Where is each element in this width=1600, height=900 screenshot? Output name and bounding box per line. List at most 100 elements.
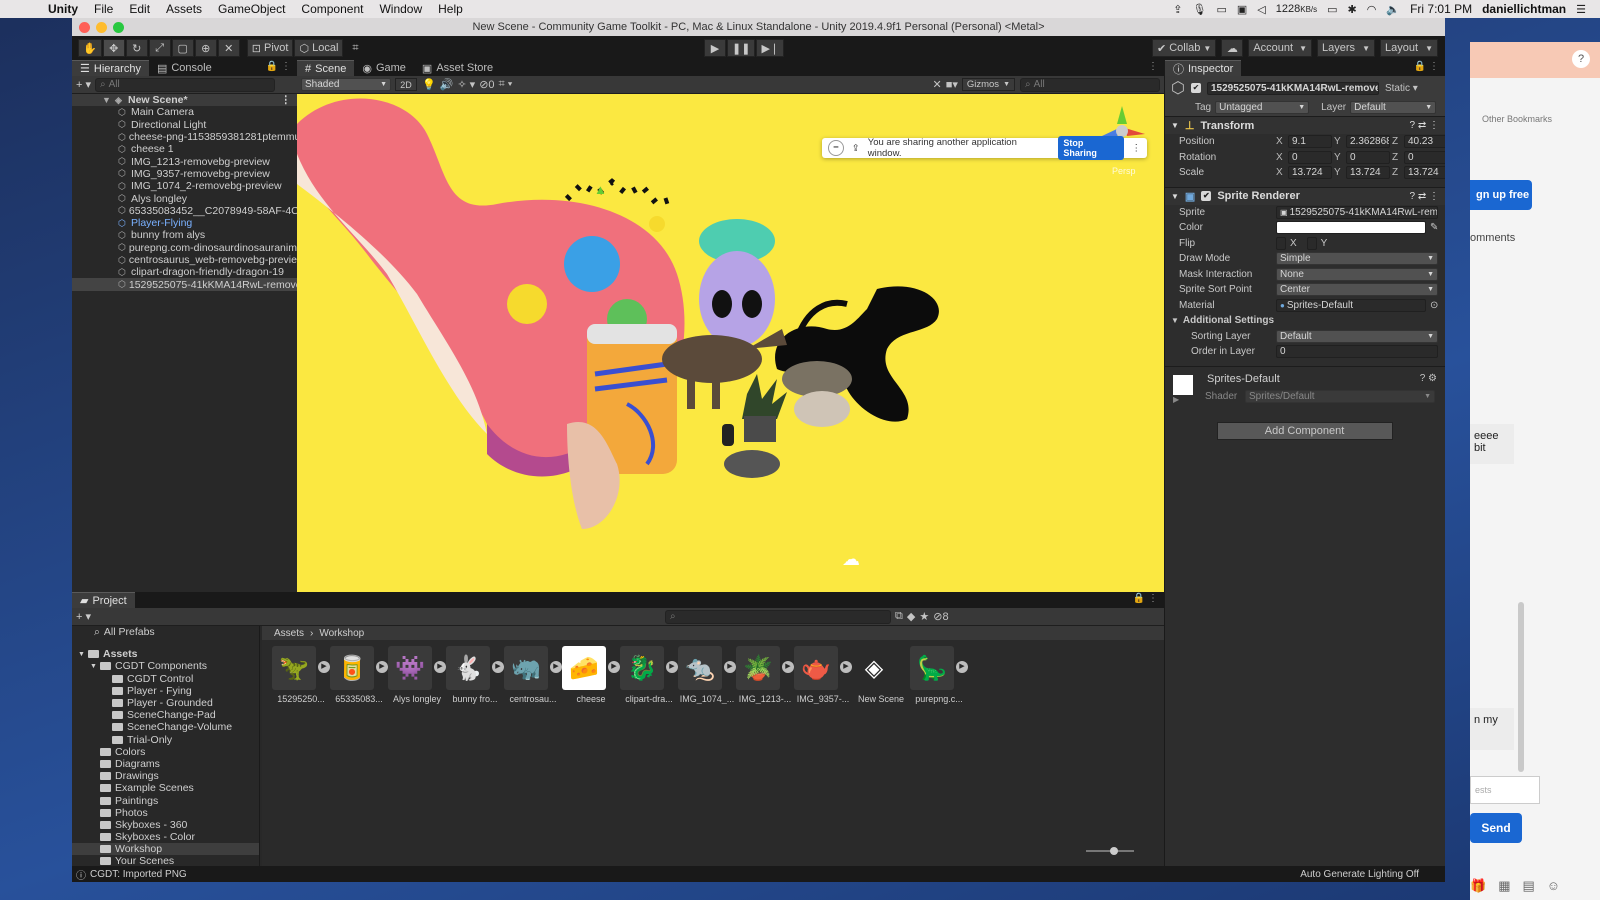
menu-clock[interactable]: Fri 7:01 PM bbox=[1410, 2, 1472, 16]
layer-dropdown[interactable]: Default ▼ bbox=[1350, 101, 1437, 114]
tab-project[interactable]: ▰ Project bbox=[72, 592, 135, 608]
scale-y-field[interactable]: 13.724 bbox=[1346, 166, 1390, 180]
asset-item[interactable]: 🐇 ▶ bunny fro... bbox=[446, 644, 504, 704]
gift-icon[interactable]: 🎁 bbox=[1470, 878, 1486, 894]
expand-sprite-icon[interactable]: ▶ bbox=[492, 661, 504, 673]
folder-item[interactable]: Skyboxes - Color bbox=[72, 831, 259, 843]
flip-y-checkbox[interactable] bbox=[1306, 236, 1317, 250]
play-button[interactable]: ▶ bbox=[704, 39, 726, 57]
grid-toggle-icon[interactable]: ⌗ ▾ bbox=[499, 78, 513, 91]
hand-tool-icon[interactable]: ✋ bbox=[78, 39, 102, 57]
pivot-toggle[interactable]: ⊡ Pivot bbox=[246, 39, 294, 57]
hierarchy-search-input[interactable]: ⌕ All bbox=[95, 77, 276, 92]
folder-item[interactable]: Photos bbox=[72, 807, 259, 819]
asset-item[interactable]: 👾 ▶ Alys longley bbox=[388, 644, 446, 704]
object-name-field[interactable]: 1529525075-41kKMA14RwL-removebg bbox=[1206, 81, 1379, 95]
project-search-input[interactable]: ⌕ bbox=[665, 609, 892, 624]
custom-tool-icon[interactable]: ✕ bbox=[217, 39, 240, 57]
tag-dropdown[interactable]: Untagged ▼ bbox=[1215, 101, 1310, 114]
mask-interaction-dropdown[interactable]: None ▼ bbox=[1276, 267, 1438, 281]
menu-list-icon[interactable]: ☰ bbox=[1576, 3, 1586, 16]
thumbnail-size-slider[interactable] bbox=[1086, 847, 1134, 855]
minimize-share-button[interactable]: − bbox=[828, 140, 844, 156]
sticker-icon[interactable]: ▤ bbox=[1522, 878, 1534, 894]
hierarchy-row[interactable]: ⬡ 1529525075-41kKMA14RwL-removebg bbox=[72, 278, 297, 291]
component-menu-icon[interactable]: ? ⇄ ⋮ bbox=[1410, 120, 1446, 131]
breadcrumb-root[interactable]: Assets bbox=[274, 628, 304, 639]
move-arrow-icon[interactable]: ▲ bbox=[594, 182, 607, 197]
app-menu[interactable]: Unity bbox=[40, 2, 86, 16]
other-bookmarks[interactable]: Other Bookmarks bbox=[1482, 114, 1552, 124]
collab-dropdown[interactable]: ✔ Collab ▼ bbox=[1151, 39, 1217, 57]
hierarchy-row[interactable]: ⬡ 65335083452__C2078949-58AF-4C2 bbox=[72, 205, 297, 217]
megaphone-icon[interactable]: ◁ bbox=[1257, 3, 1265, 16]
asset-item[interactable]: 🐀 ▶ IMG_1074_... bbox=[678, 644, 736, 704]
favorites-item[interactable]: ⌕ All Prefabs bbox=[72, 626, 259, 639]
rotation-z-field[interactable]: 0 bbox=[1404, 150, 1445, 164]
microphone-icon[interactable]: 🎙 bbox=[1193, 3, 1207, 16]
expand-arrow-icon[interactable]: ▼ bbox=[78, 651, 88, 658]
stop-sharing-button[interactable]: Stop Sharing bbox=[1058, 136, 1124, 160]
account-dropdown[interactable]: Account ▼ bbox=[1248, 39, 1312, 57]
lock-icon[interactable]: 🔒 ⋮ bbox=[266, 61, 291, 72]
position-x-field[interactable]: 9.1 bbox=[1288, 135, 1332, 149]
signup-button[interactable]: gn up free bbox=[1470, 180, 1532, 210]
hierarchy-row[interactable]: ⬡ Alys longley bbox=[72, 192, 297, 205]
hierarchy-row[interactable]: ⬡ purepng.com-dinosaurdinosauranimal- bbox=[72, 242, 297, 254]
zoom-icon[interactable]: ▣ bbox=[1237, 3, 1247, 16]
folder-item[interactable]: ▼ CGDT Components bbox=[72, 660, 259, 672]
cloud-button[interactable]: ☁ bbox=[1221, 39, 1244, 57]
folder-item[interactable]: ▼ Assets bbox=[72, 648, 259, 660]
menu-gameobject[interactable]: GameObject bbox=[210, 2, 293, 16]
tab-asset-store[interactable]: ▣ Asset Store bbox=[414, 60, 501, 76]
hidden-objects-toggle[interactable]: ⊘0 bbox=[479, 78, 494, 91]
create-dropdown[interactable]: + ▾ bbox=[76, 610, 91, 623]
scene-menu-icon[interactable]: ⋮ bbox=[281, 94, 298, 106]
flip-x-checkbox[interactable] bbox=[1276, 236, 1286, 250]
folder-item[interactable]: Skyboxes - 360 bbox=[72, 819, 259, 831]
menu-edit[interactable]: Edit bbox=[121, 2, 158, 16]
sprite-renderer-enabled-checkbox[interactable]: ✔ bbox=[1201, 191, 1212, 201]
hierarchy-row[interactable]: ⬡ Directional Light bbox=[72, 119, 297, 131]
audio-icon[interactable]: 🔊 bbox=[440, 78, 454, 91]
scene-search-input[interactable]: ⌕ All bbox=[1020, 77, 1160, 92]
tab-inspector[interactable]: ⓘ Inspector bbox=[1165, 60, 1242, 76]
camera-icon[interactable]: ■▾ bbox=[946, 78, 958, 91]
transform-tool-icon[interactable]: ⊕ bbox=[194, 39, 217, 57]
minimize-window-button[interactable] bbox=[96, 22, 107, 33]
expand-sprite-icon[interactable]: ▶ bbox=[724, 661, 736, 673]
folder-item[interactable]: Trial-Only bbox=[72, 734, 259, 746]
folder-item[interactable]: Diagrams bbox=[72, 758, 259, 770]
sprite-object-field[interactable]: ▣1529525075-41kKMA14RwL-removebg bbox=[1276, 205, 1438, 219]
emoji-icon[interactable]: ☺ bbox=[1547, 878, 1560, 894]
folder-item[interactable]: Paintings bbox=[72, 794, 259, 807]
scene-root-row[interactable]: ▼ ◈ New Scene* ⋮ bbox=[72, 94, 298, 107]
filter-by-type-icon[interactable]: ⧉ bbox=[895, 610, 903, 623]
gizmos-dropdown[interactable]: Gizmos ▼ bbox=[961, 78, 1015, 91]
hierarchy-row[interactable]: ⬡ Player-Flying bbox=[72, 217, 297, 229]
toggle-2d-button[interactable]: 2D bbox=[395, 78, 417, 91]
folder-item[interactable]: Drawings bbox=[72, 770, 259, 782]
hierarchy-row[interactable]: ⬡ Main Camera bbox=[72, 106, 297, 118]
static-toggle[interactable]: Static ▾ bbox=[1385, 83, 1418, 94]
scale-z-field[interactable]: 13.724 bbox=[1404, 166, 1445, 180]
asset-item[interactable]: 🦖 ▶ 15295250... bbox=[272, 644, 330, 704]
folder-item[interactable]: SceneChange-Volume bbox=[72, 721, 259, 733]
expand-sprite-icon[interactable]: ▶ bbox=[318, 661, 330, 673]
hidden-packages-toggle[interactable]: ⊘8 bbox=[933, 610, 948, 623]
material-object-field[interactable]: ● Sprites-Default bbox=[1276, 298, 1426, 312]
hierarchy-row[interactable]: ⬡ cheese-png-1153859381281ptemmug bbox=[72, 131, 297, 143]
scale-x-field[interactable]: 13.724 bbox=[1288, 166, 1332, 180]
send-button[interactable]: Send bbox=[1470, 813, 1522, 843]
asset-item[interactable]: 🦕 ▶ purepng.c... bbox=[910, 644, 968, 704]
menu-help[interactable]: Help bbox=[430, 2, 471, 16]
scene-viewport[interactable]: Persp ☁ ▲ − ⇪ You are sharing another ap… bbox=[297, 94, 1164, 592]
add-component-button[interactable]: Add Component bbox=[1216, 421, 1393, 440]
shading-dropdown[interactable]: Shaded ▼ bbox=[301, 78, 391, 91]
expand-sprite-icon[interactable]: ▶ bbox=[376, 661, 388, 673]
rect-tool-icon[interactable]: ▢ bbox=[171, 39, 194, 57]
folder-item[interactable]: Workshop bbox=[72, 843, 259, 856]
chat-input[interactable]: ests bbox=[1470, 776, 1540, 804]
effects-icon[interactable]: ✧ ▾ bbox=[457, 78, 475, 91]
layout-dropdown[interactable]: Layout ▼ bbox=[1380, 39, 1438, 57]
